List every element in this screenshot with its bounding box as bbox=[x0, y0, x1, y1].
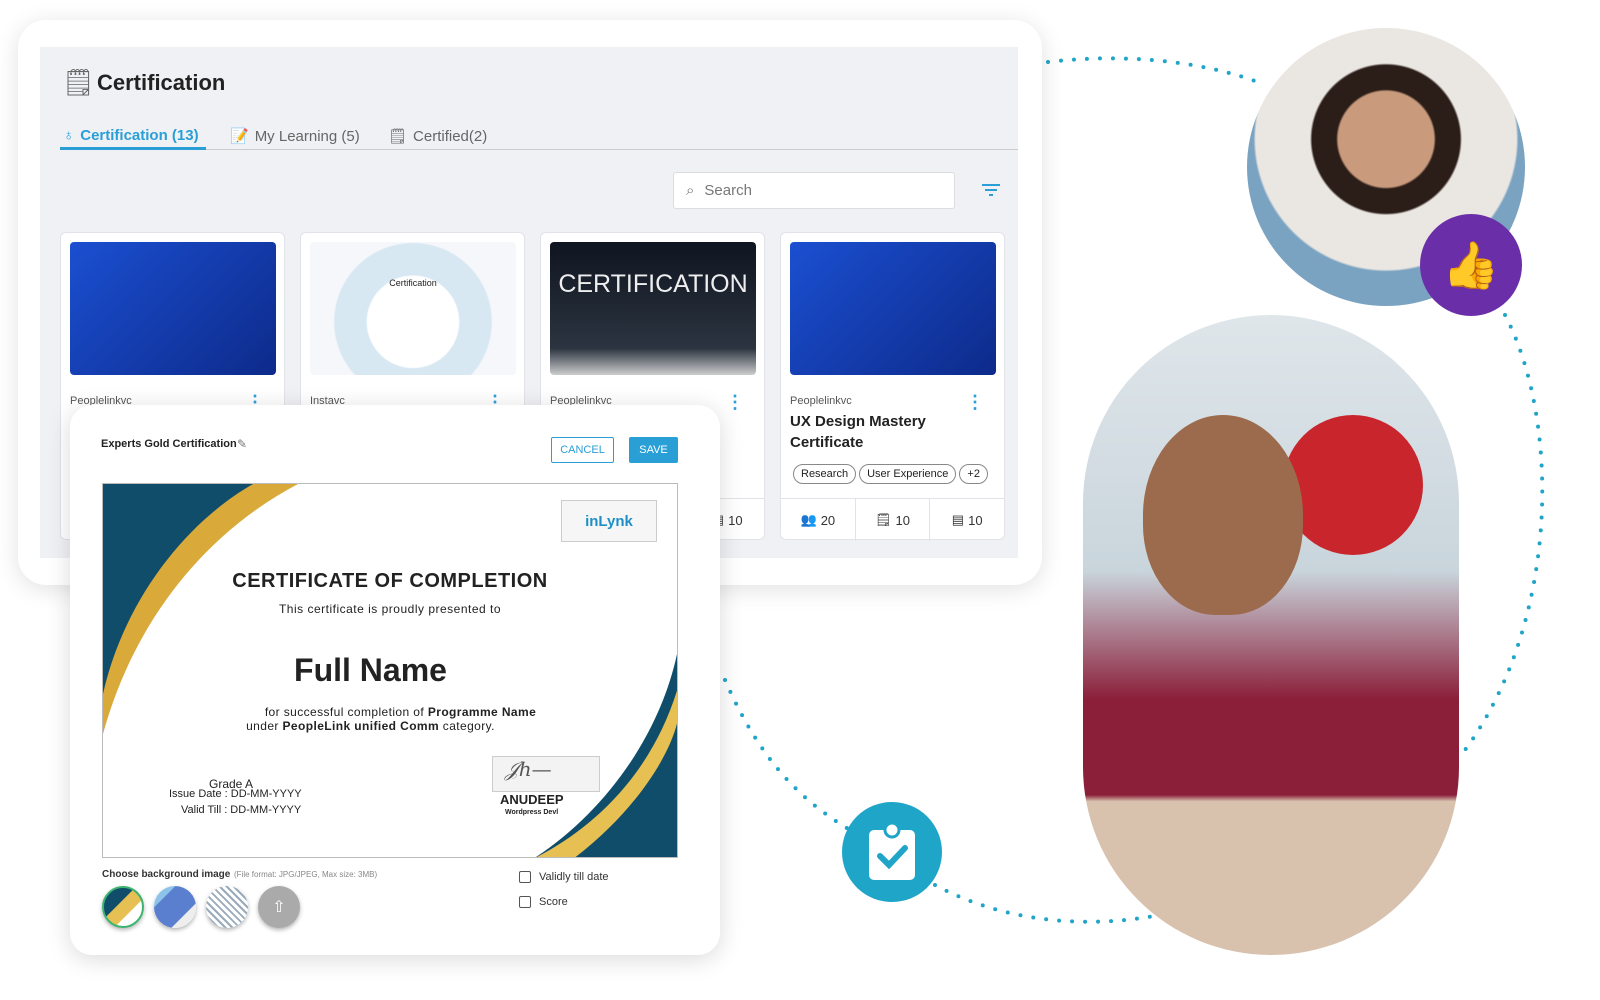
stat-learners: 👥 20 bbox=[781, 499, 856, 541]
tag: User Experience bbox=[859, 464, 957, 484]
certificate-subheading: This certificate is proudly presented to bbox=[278, 602, 502, 616]
valid-till: Valid Till : DD-MM-YYYY bbox=[181, 804, 302, 816]
card-thumbnail: Certification bbox=[310, 242, 516, 375]
signer-name: ANUDEEP bbox=[500, 792, 564, 807]
card-thumbnail bbox=[790, 242, 996, 375]
card-title: UX Design Mastery Certificate bbox=[790, 413, 926, 451]
category-line: under PeopleLink unified Comm category. bbox=[246, 719, 495, 733]
tab-certification[interactable]: ♁ Certification (13) bbox=[63, 127, 199, 144]
inlynk-logo: inLynk bbox=[561, 500, 657, 542]
validity-checkbox[interactable]: Validly till date bbox=[519, 871, 609, 883]
background-label: Choose background image bbox=[102, 869, 231, 880]
signature-image[interactable]: 𝒥h— bbox=[492, 756, 600, 792]
background-option-gold[interactable] bbox=[102, 886, 144, 928]
certificate-icon: 🗒 bbox=[62, 67, 96, 97]
certificate-icon: 🗒 bbox=[875, 512, 892, 527]
tag-more[interactable]: +2 bbox=[959, 464, 988, 484]
tag-list: Research User Experience +2 bbox=[793, 464, 991, 484]
background-option-pattern[interactable] bbox=[206, 886, 248, 928]
pencil-icon[interactable]: ✎ bbox=[237, 437, 247, 451]
search-icon: ⌕ bbox=[686, 182, 695, 199]
issue-date: Issue Date : DD-MM-YYYY bbox=[169, 788, 302, 800]
course-card[interactable]: Peoplelinkvc ⋮ UX Design Mastery Certific… bbox=[780, 232, 1005, 541]
more-options-icon[interactable]: ⋮ bbox=[726, 393, 744, 411]
tab-label: My Learning (5) bbox=[254, 127, 360, 145]
background-option-blue[interactable] bbox=[154, 886, 196, 928]
search-input[interactable]: ⌕ Search bbox=[673, 172, 955, 209]
background-options: ⇧ bbox=[102, 886, 300, 928]
score-checkbox[interactable]: Score bbox=[519, 896, 568, 908]
signer-role: Wordpress Devl bbox=[505, 809, 559, 816]
tab-certified[interactable]: 🗒 Certified(2) bbox=[388, 127, 488, 146]
card-thumbnail bbox=[70, 242, 276, 375]
completion-line: for successful completion of Programme N… bbox=[264, 705, 537, 719]
more-options-icon[interactable]: ⋮ bbox=[966, 393, 984, 411]
tag: Research bbox=[793, 464, 857, 484]
badge-icon: ♁ bbox=[63, 127, 75, 144]
card-thumbnail: CERTIFICATION bbox=[550, 242, 756, 375]
tab-label: Certification (13) bbox=[80, 127, 199, 144]
filter-icon[interactable] bbox=[981, 183, 1001, 197]
certificate-heading: CERTIFICATE OF COMPLETION bbox=[232, 570, 548, 592]
cancel-button[interactable]: CANCEL bbox=[551, 437, 614, 463]
background-hint: (File format: JPG/JPEG, Max size: 3MB) bbox=[234, 870, 378, 879]
save-button[interactable]: SAVE bbox=[629, 437, 678, 463]
notes-icon: 📝 bbox=[230, 128, 249, 145]
upload-icon[interactable]: ⇧ bbox=[258, 886, 300, 928]
certificate-icon: 🗒 bbox=[388, 128, 408, 145]
users-icon: 👥 bbox=[800, 512, 817, 527]
thumbs-up-icon: 👍 bbox=[1420, 214, 1522, 316]
stat-lessons: ▤10 bbox=[951, 512, 983, 528]
editor-title: Experts Gold Certification bbox=[101, 438, 237, 450]
active-tab-indicator bbox=[60, 147, 206, 150]
lesson-icon: ▤ bbox=[951, 512, 965, 527]
page-title: Certification bbox=[97, 70, 226, 95]
card-org: Peoplelinkvc bbox=[790, 395, 852, 407]
tab-my-learning[interactable]: 📝 My Learning (5) bbox=[230, 127, 360, 146]
tab-label: Certified(2) bbox=[413, 127, 488, 145]
certificate-preview: inLynk CERTIFICATE OF COMPLETION This ce… bbox=[102, 483, 678, 858]
recipient-name: Full Name bbox=[294, 652, 447, 688]
search-placeholder: Search bbox=[704, 182, 752, 199]
man-photo bbox=[1083, 315, 1459, 955]
clipboard-check-icon bbox=[842, 802, 942, 902]
stat-certificates: 🗒 10 bbox=[856, 499, 931, 541]
